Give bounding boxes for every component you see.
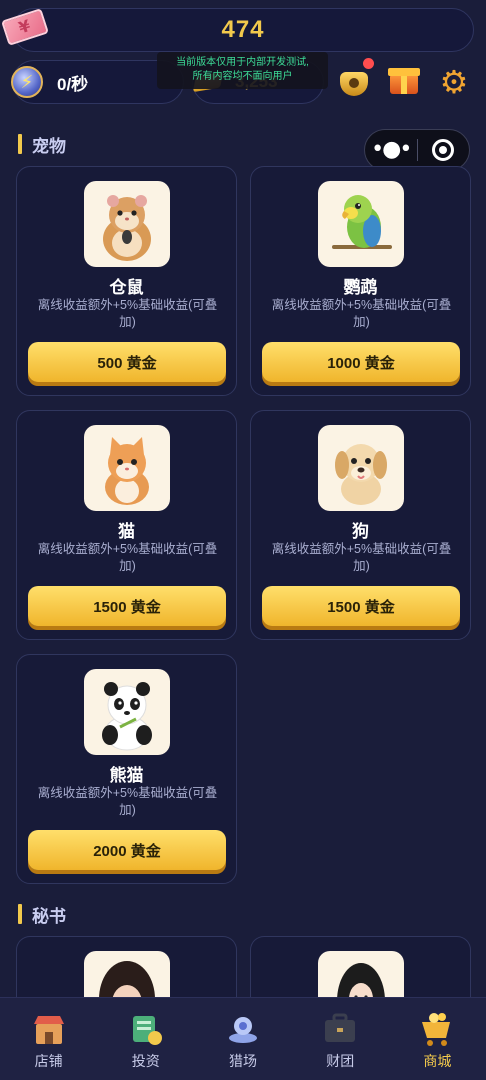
settings-button[interactable]: ⚙ bbox=[436, 64, 472, 100]
cat-image bbox=[84, 425, 170, 511]
hamster-image bbox=[84, 181, 170, 267]
pet-description: 离线收益额外+5%基础收益(可叠加) bbox=[37, 542, 218, 573]
total-money-bar: 474 bbox=[12, 8, 474, 52]
nav-label-investment: 投资 bbox=[131, 1053, 160, 1069]
section-title-pets: 宠物 bbox=[18, 133, 66, 156]
buy-hamster-button[interactable]: 500 黄金 bbox=[28, 342, 226, 382]
nav-item-investment[interactable]: 投资 bbox=[97, 998, 194, 1080]
hunting-ground-icon bbox=[224, 1010, 262, 1048]
nav-item-consortium[interactable]: 财团 bbox=[292, 998, 389, 1080]
dev-notice-line-2: 所有内容均不面向用户 bbox=[192, 71, 293, 82]
section-accent-bar bbox=[18, 134, 22, 154]
miniprogram-capsule: •●• bbox=[364, 129, 470, 171]
pet-description: 离线收益额外+5%基础收益(可叠加) bbox=[271, 298, 452, 329]
pet-description: 离线收益额外+5%基础收益(可叠加) bbox=[37, 298, 218, 329]
nav-label-consortium: 财团 bbox=[326, 1053, 355, 1069]
buy-dog-button[interactable]: 1500 黄金 bbox=[262, 586, 460, 626]
pet-card-parrot: 鹦鹉 离线收益额外+5%基础收益(可叠加) 1000 黄金 bbox=[250, 166, 471, 396]
lightning-icon: ⚡ bbox=[11, 66, 43, 98]
pet-name: 狗 bbox=[352, 522, 369, 541]
pet-card-hamster: 仓鼠 离线收益额外+5%基础收益(可叠加) 500 黄金 bbox=[16, 166, 237, 396]
pet-name: 鹦鹉 bbox=[343, 278, 378, 297]
section-title-secretary-label: 秘书 bbox=[32, 906, 66, 926]
nav-label-mall: 商城 bbox=[423, 1053, 452, 1069]
dev-notice: 当前版本仅用于内部开发测试, 所有内容均不面向用户 bbox=[157, 52, 328, 89]
dog-image bbox=[318, 425, 404, 511]
section-title-pets-label: 宠物 bbox=[32, 136, 66, 156]
notification-dot bbox=[363, 58, 374, 69]
close-miniprogram-button[interactable] bbox=[417, 129, 469, 171]
pet-description: 离线收益额外+5%基础收益(可叠加) bbox=[37, 786, 218, 817]
income-rate-value: 0/秒 bbox=[57, 74, 89, 94]
section-accent-bar bbox=[18, 904, 22, 924]
ranking-button[interactable] bbox=[336, 58, 374, 100]
pet-description: 离线收益额外+5%基础收益(可叠加) bbox=[271, 542, 452, 573]
buy-parrot-button[interactable]: 1000 黄金 bbox=[262, 342, 460, 382]
pet-card-cat: 猫 离线收益额外+5%基础收益(可叠加) 1500 黄金 bbox=[16, 410, 237, 640]
pet-name: 猫 bbox=[118, 522, 135, 541]
nav-label-shop: 店铺 bbox=[34, 1053, 63, 1069]
pet-card-dog: 狗 离线收益额外+5%基础收益(可叠加) 1500 黄金 bbox=[250, 410, 471, 640]
panda-image bbox=[84, 669, 170, 755]
close-target-icon bbox=[432, 139, 455, 161]
investment-icon bbox=[127, 1010, 165, 1048]
dev-notice-line-1: 当前版本仅用于内部开发测试, bbox=[176, 57, 309, 68]
gift-button[interactable] bbox=[386, 64, 422, 100]
pet-name: 熊猫 bbox=[109, 766, 144, 785]
nav-label-hunting-ground: 猎场 bbox=[229, 1053, 257, 1069]
buy-cat-button[interactable]: 1500 黄金 bbox=[28, 586, 226, 626]
nav-item-hunting-ground[interactable]: 猎场 bbox=[194, 998, 291, 1080]
pet-card-panda: 熊猫 离线收益额外+5%基础收益(可叠加) 2000 黄金 bbox=[16, 654, 237, 884]
total-money-value: 474 bbox=[221, 16, 265, 43]
pet-name: 仓鼠 bbox=[109, 278, 144, 297]
consortium-icon bbox=[321, 1010, 359, 1048]
buy-panda-button[interactable]: 2000 黄金 bbox=[28, 830, 226, 870]
gift-box-icon bbox=[388, 68, 420, 94]
bottom-navigation: 店铺 投资 猎场 财团 商城 bbox=[0, 997, 486, 1080]
parrot-image bbox=[318, 181, 404, 267]
gear-icon: ⚙ bbox=[439, 63, 469, 101]
shop-icon bbox=[30, 1010, 68, 1048]
nav-item-mall[interactable]: 商城 bbox=[389, 998, 486, 1080]
medal-icon bbox=[340, 72, 368, 96]
nav-item-shop[interactable]: 店铺 bbox=[0, 998, 97, 1080]
mall-icon bbox=[418, 1010, 456, 1048]
section-title-secretary: 秘书 bbox=[18, 903, 66, 926]
more-menu-icon[interactable]: •●• bbox=[365, 129, 417, 171]
